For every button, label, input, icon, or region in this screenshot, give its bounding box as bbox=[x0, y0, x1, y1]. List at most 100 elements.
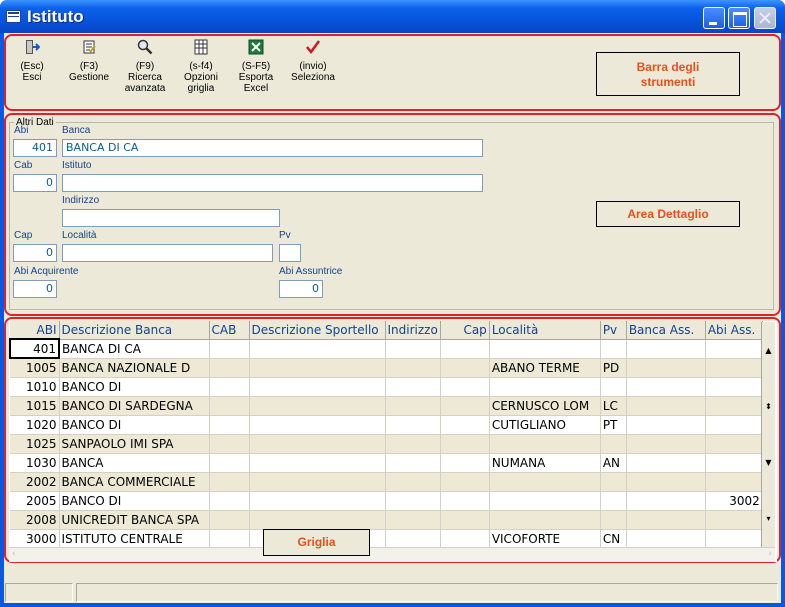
istituto-field[interactable] bbox=[62, 174, 483, 192]
table-row[interactable]: 1025 SANPAOLO IMI SPA bbox=[10, 434, 763, 454]
table-cell[interactable] bbox=[440, 358, 490, 378]
table-cell[interactable] bbox=[705, 358, 763, 378]
table-cell[interactable] bbox=[600, 339, 627, 359]
table-cell[interactable] bbox=[705, 510, 763, 530]
select-button[interactable]: (invio) Seleziona bbox=[286, 39, 340, 83]
advanced-search-button[interactable]: (F9) Ricerca avanzata bbox=[118, 39, 172, 94]
table-cell[interactable] bbox=[626, 491, 706, 511]
table-cell[interactable] bbox=[440, 510, 490, 530]
column-header-cab[interactable]: CAB bbox=[209, 321, 250, 340]
table-row[interactable]: 1005 BANCA NAZIONALE D ABANO TERME PD bbox=[10, 358, 763, 378]
table-cell[interactable] bbox=[626, 396, 706, 416]
table-cell[interactable]: BANCO DI bbox=[59, 415, 210, 435]
table-cell[interactable]: 1030 bbox=[10, 453, 60, 473]
abi-field[interactable]: 401 bbox=[13, 139, 57, 157]
table-cell[interactable] bbox=[385, 529, 441, 549]
table-cell[interactable]: CERNUSCO LOM bbox=[489, 396, 601, 416]
table-cell[interactable]: 401 bbox=[9, 338, 60, 359]
table-row[interactable]: 1020 BANCO DI CUTIGLIANO PT bbox=[10, 415, 763, 435]
table-cell[interactable] bbox=[249, 358, 386, 378]
table-cell[interactable]: 2005 bbox=[10, 491, 60, 511]
scroll-page-down-icon[interactable]: ▾ bbox=[762, 514, 775, 523]
scroll-left-icon[interactable]: ‹ bbox=[12, 549, 16, 559]
table-cell[interactable]: 1010 bbox=[10, 377, 60, 397]
table-cell[interactable] bbox=[626, 472, 706, 492]
table-cell[interactable] bbox=[705, 472, 763, 492]
grid-horizontal-scrollbar[interactable]: ‹ › bbox=[9, 547, 775, 562]
maximize-button[interactable] bbox=[728, 7, 750, 29]
scroll-down-icon[interactable]: ▼ bbox=[762, 458, 775, 467]
title-bar[interactable]: Istituto bbox=[0, 0, 785, 33]
table-cell[interactable] bbox=[209, 434, 250, 454]
table-cell[interactable] bbox=[385, 434, 441, 454]
table-cell[interactable] bbox=[385, 339, 441, 359]
scroll-up-icon[interactable]: ▲ bbox=[762, 346, 775, 355]
pv-field[interactable] bbox=[279, 244, 301, 262]
table-cell[interactable] bbox=[626, 339, 706, 359]
table-cell[interactable]: BANCO DI SARDEGNA bbox=[59, 396, 210, 416]
table-cell[interactable] bbox=[385, 472, 441, 492]
table-cell[interactable]: NUMANA bbox=[489, 453, 601, 473]
table-cell[interactable] bbox=[440, 415, 490, 435]
table-cell[interactable] bbox=[489, 491, 601, 511]
table-cell[interactable] bbox=[385, 453, 441, 473]
table-cell[interactable]: BANCA COMMERCIALE bbox=[59, 472, 210, 492]
table-cell[interactable] bbox=[385, 396, 441, 416]
table-cell[interactable] bbox=[440, 453, 490, 473]
scroll-right-icon[interactable]: › bbox=[768, 549, 772, 559]
table-cell[interactable]: UNICREDIT BANCA SPA bbox=[59, 510, 210, 530]
bank-grid[interactable]: ABI Descrizione Banca CAB Descrizione Sp… bbox=[9, 321, 777, 562]
table-row[interactable]: 1010 BANCO DI bbox=[10, 377, 763, 397]
table-cell[interactable]: BANCA bbox=[59, 453, 210, 473]
table-cell[interactable] bbox=[209, 358, 250, 378]
table-row[interactable]: 1030 BANCA NUMANA AN bbox=[10, 453, 763, 473]
table-cell[interactable] bbox=[489, 377, 601, 397]
table-cell[interactable] bbox=[249, 339, 386, 359]
column-header-localita[interactable]: Località bbox=[489, 321, 601, 340]
table-cell[interactable] bbox=[440, 472, 490, 492]
table-cell[interactable] bbox=[209, 510, 250, 530]
table-cell[interactable] bbox=[626, 434, 706, 454]
table-cell[interactable]: PD bbox=[600, 358, 627, 378]
column-header-cap[interactable]: Cap bbox=[440, 321, 490, 340]
table-cell[interactable] bbox=[249, 510, 386, 530]
table-cell[interactable] bbox=[705, 434, 763, 454]
table-row[interactable]: 2005 BANCO DI 3002 bbox=[10, 491, 763, 511]
table-cell[interactable]: BANCA DI CA bbox=[59, 339, 210, 359]
table-cell[interactable]: BANCA NAZIONALE D bbox=[59, 358, 210, 378]
table-cell[interactable] bbox=[385, 377, 441, 397]
table-row[interactable]: 1015 BANCO DI SARDEGNA CERNUSCO LOM LC bbox=[10, 396, 763, 416]
table-cell[interactable] bbox=[626, 415, 706, 435]
table-cell[interactable] bbox=[600, 434, 627, 454]
table-cell[interactable]: PT bbox=[600, 415, 627, 435]
table-cell[interactable] bbox=[626, 453, 706, 473]
table-cell[interactable]: CUTIGLIANO bbox=[489, 415, 601, 435]
table-cell[interactable] bbox=[440, 377, 490, 397]
table-cell[interactable] bbox=[209, 529, 250, 549]
table-cell[interactable] bbox=[489, 434, 601, 454]
close-button[interactable] bbox=[754, 7, 776, 29]
cap-field[interactable]: 0 bbox=[13, 244, 57, 262]
column-header-descrizione-sportello[interactable]: Descrizione Sportello bbox=[249, 321, 386, 340]
grid-options-button[interactable]: (s-f4) Opzioni griglia bbox=[174, 39, 228, 94]
table-row[interactable]: 2008 UNICREDIT BANCA SPA bbox=[10, 510, 763, 530]
table-cell[interactable] bbox=[626, 358, 706, 378]
table-cell[interactable]: 1015 bbox=[10, 396, 60, 416]
table-cell[interactable] bbox=[705, 339, 763, 359]
minimize-button[interactable] bbox=[703, 7, 725, 29]
table-cell[interactable]: 1025 bbox=[10, 434, 60, 454]
column-header-descrizione-banca[interactable]: Descrizione Banca bbox=[59, 321, 210, 340]
table-cell[interactable] bbox=[249, 472, 386, 492]
table-cell[interactable] bbox=[705, 453, 763, 473]
table-cell[interactable] bbox=[440, 434, 490, 454]
table-cell[interactable] bbox=[600, 491, 627, 511]
table-cell[interactable]: VICOFORTE bbox=[489, 529, 601, 549]
table-cell[interactable] bbox=[209, 415, 250, 435]
abi-assuntrice-field[interactable]: 0 bbox=[279, 280, 323, 298]
table-cell[interactable] bbox=[249, 453, 386, 473]
table-cell[interactable] bbox=[209, 339, 250, 359]
export-excel-button[interactable]: (S-F5) Esporta Excel bbox=[229, 39, 283, 94]
column-header-abi-ass[interactable]: Abi Ass. bbox=[705, 321, 763, 340]
table-cell[interactable]: 1020 bbox=[10, 415, 60, 435]
table-cell[interactable] bbox=[249, 377, 386, 397]
